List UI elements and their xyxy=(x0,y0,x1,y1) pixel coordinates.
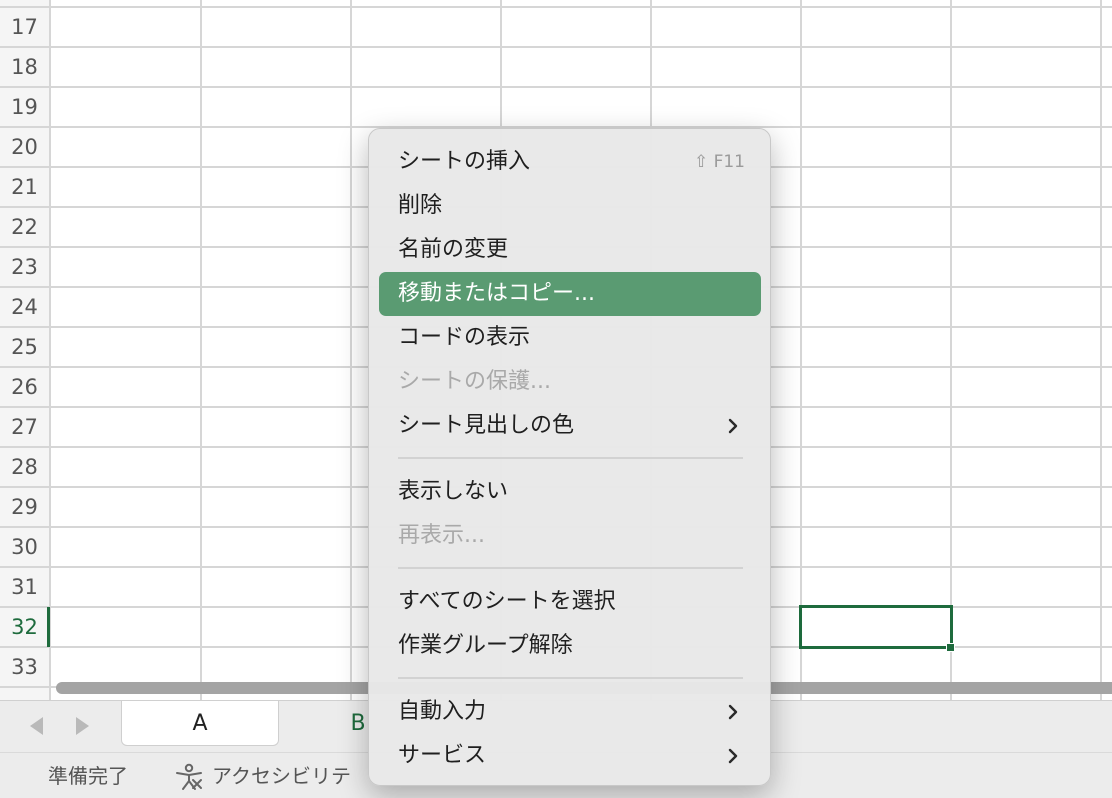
menu-item-label: シートの挿入 xyxy=(398,149,531,174)
menu-item-move-or-copy[interactable]: 移動またはコピー... xyxy=(379,272,761,316)
menu-item-label: 名前の変更 xyxy=(398,237,509,262)
chevron-right-icon xyxy=(728,748,738,764)
selected-cell[interactable] xyxy=(799,605,953,649)
menu-item-label: シート見出しの色 xyxy=(398,413,575,438)
sheet-tab-a[interactable]: A xyxy=(121,701,279,746)
sheet-context-menu: シートの挿入 ⇧ F11 削除 名前の変更 移動またはコピー... コードの表示… xyxy=(368,128,771,786)
menu-item-label: シートの保護... xyxy=(398,369,551,394)
fill-handle[interactable] xyxy=(946,643,955,652)
row-header[interactable]: 27 xyxy=(0,407,49,447)
row-header[interactable]: 24 xyxy=(0,287,49,327)
row-header[interactable]: 21 xyxy=(0,167,49,207)
menu-separator xyxy=(398,677,743,679)
row-header[interactable]: 25 xyxy=(0,327,49,367)
chevron-right-icon xyxy=(728,704,738,720)
chevron-right-icon xyxy=(728,418,738,434)
row-divider xyxy=(0,46,1112,48)
row-header[interactable]: 31 xyxy=(0,567,49,607)
menu-item-label: すべてのシートを選択 xyxy=(398,589,616,614)
row-header-active[interactable]: 32 xyxy=(0,607,49,647)
row-header[interactable]: 33 xyxy=(0,647,49,687)
column-divider xyxy=(200,0,202,700)
menu-item-label: 削除 xyxy=(398,193,443,218)
menu-item-label: 作業グループ解除 xyxy=(398,633,573,658)
next-sheet-icon[interactable] xyxy=(76,717,89,735)
row-header[interactable]: 23 xyxy=(0,247,49,287)
status-accessibility-text[interactable]: アクセシビリテ xyxy=(212,753,351,798)
row-header[interactable]: 20 xyxy=(0,127,49,167)
menu-item-ungroup-sheets[interactable]: 作業グループ解除 xyxy=(379,624,761,668)
menu-item-rename[interactable]: 名前の変更 xyxy=(379,228,761,272)
accessibility-icon[interactable] xyxy=(174,763,204,791)
column-divider xyxy=(1100,0,1102,700)
row-header[interactable]: 18 xyxy=(0,47,49,87)
menu-item-unhide: 再表示... xyxy=(379,514,761,558)
row-header[interactable]: 19 xyxy=(0,87,49,127)
menu-separator xyxy=(398,567,743,569)
row-divider xyxy=(0,6,1112,8)
row-header[interactable]: 29 xyxy=(0,487,49,527)
menu-item-label: 移動またはコピー... xyxy=(398,281,595,306)
row-header[interactable]: 26 xyxy=(0,367,49,407)
menu-separator xyxy=(398,457,743,459)
previous-sheet-icon[interactable] xyxy=(30,717,43,735)
menu-item-view-code[interactable]: コードの表示 xyxy=(379,316,761,360)
row-divider xyxy=(0,86,1112,88)
row-header[interactable]: 22 xyxy=(0,207,49,247)
column-divider xyxy=(800,0,802,700)
column-divider xyxy=(350,0,352,700)
menu-item-tab-color[interactable]: シート見出しの色 xyxy=(379,404,761,448)
row-header[interactable]: 30 xyxy=(0,527,49,567)
menu-item-services[interactable]: サービス xyxy=(379,734,761,778)
menu-item-insert-sheet[interactable]: シートの挿入 ⇧ F11 xyxy=(379,140,761,184)
menu-item-label: 再表示... xyxy=(398,523,485,548)
menu-item-protect-sheet: シートの保護... xyxy=(379,360,761,404)
menu-item-delete[interactable]: 削除 xyxy=(379,184,761,228)
status-ready-text: 準備完了 xyxy=(48,764,128,788)
menu-item-select-all-sheets[interactable]: すべてのシートを選択 xyxy=(379,580,761,624)
menu-item-autofill[interactable]: 自動入力 xyxy=(379,690,761,734)
column-divider xyxy=(49,0,51,700)
row-header[interactable]: 17 xyxy=(0,7,49,47)
menu-item-label: 自動入力 xyxy=(398,699,487,724)
menu-item-shortcut: ⇧ F11 xyxy=(693,152,745,172)
menu-item-label: コードの表示 xyxy=(398,325,531,350)
excel-window: 17 18 19 20 21 22 23 24 25 26 27 28 29 3… xyxy=(0,0,1112,798)
column-divider xyxy=(950,0,952,700)
menu-item-label: 表示しない xyxy=(398,479,509,504)
menu-item-hide[interactable]: 表示しない xyxy=(379,470,761,514)
active-row-marker xyxy=(47,607,50,647)
row-header[interactable]: 28 xyxy=(0,447,49,487)
menu-item-label: サービス xyxy=(398,743,487,768)
